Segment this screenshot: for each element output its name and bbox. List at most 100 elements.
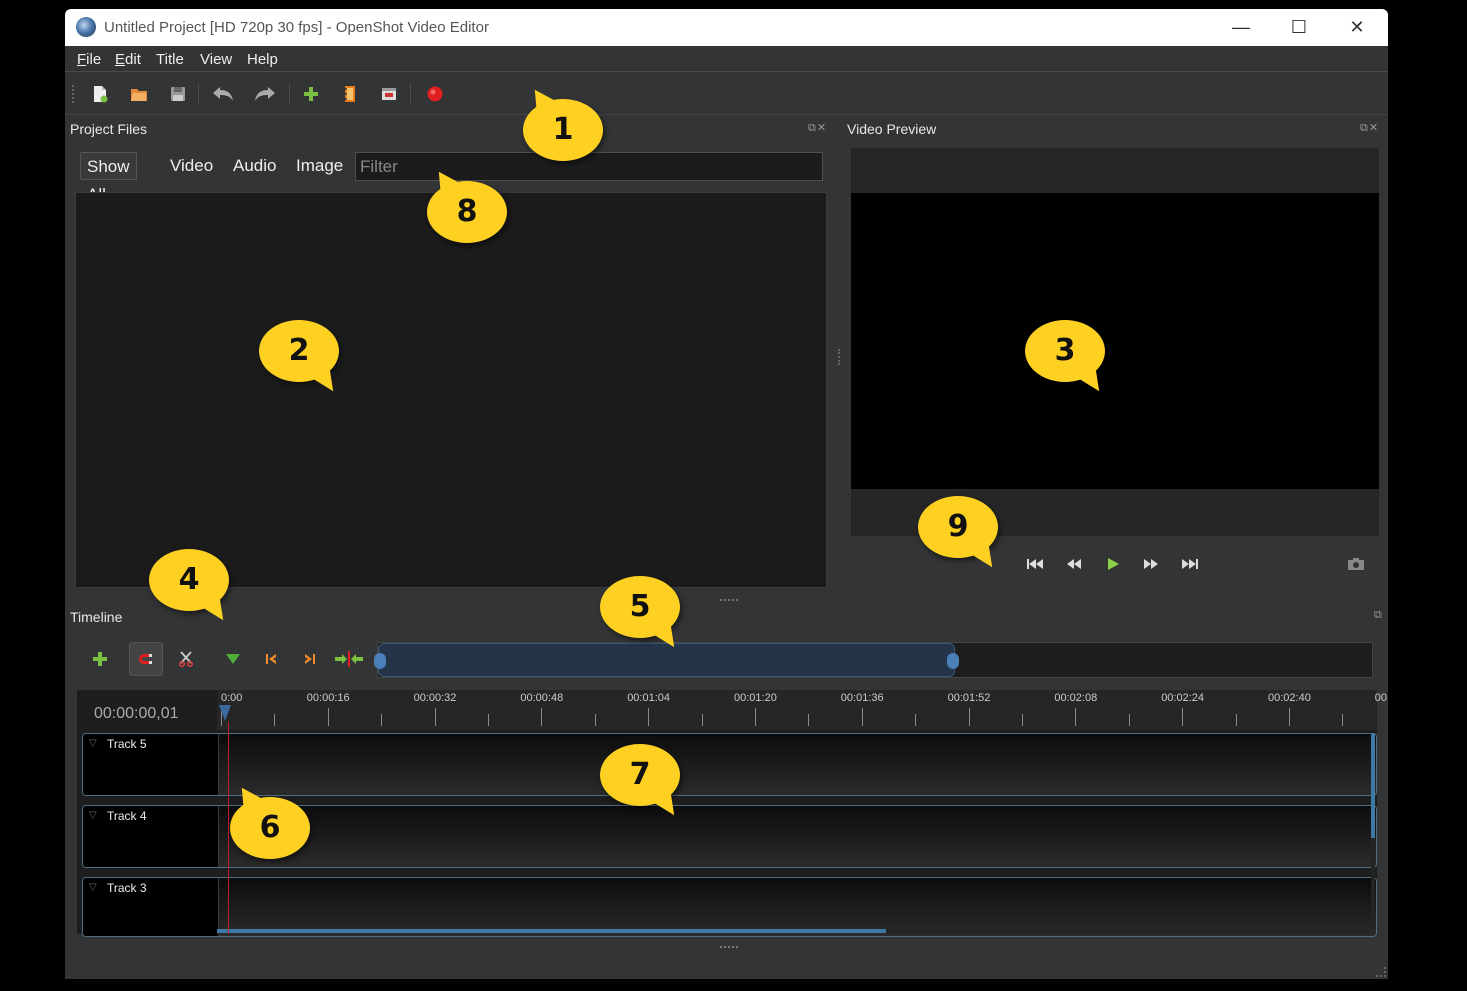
snapshot-button[interactable]	[1347, 557, 1365, 574]
menu-help[interactable]: Help	[247, 51, 278, 68]
tab-image[interactable]: Image	[290, 152, 349, 180]
save-project-button[interactable]	[165, 81, 191, 107]
jump-end-button[interactable]	[1181, 557, 1199, 574]
add-marker-icon	[226, 654, 240, 664]
jump-start-button[interactable]	[1026, 557, 1044, 574]
jump-start-icon	[1027, 559, 1043, 569]
center-playhead-button[interactable]	[332, 642, 366, 676]
next-marker-icon	[305, 654, 315, 664]
timeline-horizontal-scrollbar[interactable]	[217, 929, 1370, 933]
track-header[interactable]: ▽ Track 5	[83, 734, 219, 795]
ruler-tick	[327, 708, 329, 726]
timeline-zoom-slider[interactable]	[374, 642, 1373, 678]
add-marker-button[interactable]	[216, 642, 250, 676]
play-button[interactable]	[1105, 557, 1121, 574]
callout-4: 4	[149, 549, 229, 611]
project-files-title: Project Files	[70, 121, 148, 137]
fast-forward-button[interactable]	[1142, 557, 1160, 574]
toolbar-grip[interactable]	[72, 85, 76, 103]
ruler-label: 00:02:24	[1161, 692, 1205, 704]
tab-audio[interactable]: Audio	[227, 152, 282, 180]
export-video-button[interactable]	[422, 81, 448, 107]
vertical-scroll-thumb[interactable]	[1371, 733, 1375, 838]
previous-marker-button[interactable]	[254, 642, 288, 676]
close-button[interactable]: ✕	[1333, 11, 1381, 43]
ruler-tick	[1342, 714, 1344, 726]
tab-show-all[interactable]: Show All	[80, 152, 137, 204]
ruler-tick	[755, 708, 756, 726]
track-row[interactable]: ▽ Track 3	[82, 877, 1377, 937]
undo-button[interactable]	[210, 81, 236, 107]
track-row[interactable]: ▽ Track 5	[82, 733, 1377, 796]
menu-edit-rest: dit	[125, 51, 141, 68]
toolbar-separator	[410, 83, 411, 105]
save-project-icon	[171, 87, 185, 101]
undo-icon	[213, 87, 233, 101]
openshot-logo-icon	[76, 17, 96, 37]
ruler-tick	[808, 714, 810, 726]
timeline-ruler[interactable]: 0:00 00:00:16 00:00:32 00:00:48 00:01:04 00:0…	[217, 690, 1387, 730]
callout-6: 6	[230, 797, 310, 859]
menu-file-mnemonic: F	[77, 51, 87, 68]
filter-input[interactable]	[355, 152, 823, 181]
project-files-dock-buttons[interactable]: ⧉✕	[808, 121, 827, 135]
previous-marker-icon	[266, 654, 276, 664]
fullscreen-button[interactable]	[376, 81, 402, 107]
ruler-tick	[434, 708, 436, 726]
track-header[interactable]: ▽ Track 4	[83, 806, 219, 867]
ruler-label: 00:00:16	[306, 692, 350, 704]
ruler-tick	[701, 714, 703, 726]
ruler-tick	[594, 714, 596, 726]
timeline-vertical-scrollbar[interactable]	[1371, 733, 1375, 927]
track-collapse-icon[interactable]: ▽	[89, 882, 97, 893]
video-preview-title: Video Preview	[847, 121, 937, 137]
import-files-button[interactable]	[298, 81, 324, 107]
menu-file[interactable]: File	[77, 51, 101, 68]
project-files-list[interactable]	[75, 192, 827, 588]
callout-8: 8	[427, 181, 507, 243]
fast-forward-icon	[1144, 559, 1158, 569]
track-header[interactable]: ▽ Track 3	[83, 878, 219, 936]
playhead-handle[interactable]	[219, 705, 231, 721]
track-collapse-icon[interactable]: ▽	[89, 738, 97, 749]
ruler-label: 00:02:40	[1268, 692, 1311, 704]
choose-profile-button[interactable]	[337, 81, 363, 107]
horizontal-splitter[interactable]	[720, 599, 738, 602]
vertical-splitter[interactable]	[838, 349, 842, 365]
resize-grip[interactable]	[1376, 967, 1386, 977]
ruler-tick	[1235, 714, 1237, 726]
zoom-handle-left[interactable]	[374, 653, 386, 669]
horizontal-scroll-thumb[interactable]	[217, 929, 886, 933]
video-preview-dock-buttons[interactable]: ⧉✕	[1360, 121, 1379, 135]
bottom-splitter[interactable]	[720, 946, 738, 949]
ruler-label: 00:02:08	[1054, 692, 1098, 704]
ruler-tick	[274, 714, 276, 726]
menu-edit[interactable]: Edit	[115, 51, 141, 68]
track-collapse-icon[interactable]: ▽	[89, 810, 97, 821]
menu-file-rest: ile	[86, 51, 102, 68]
play-icon	[1108, 558, 1119, 570]
window-title: Untitled Project [HD 720p 30 fps] - Open…	[104, 19, 489, 36]
maximize-button[interactable]: ☐	[1275, 11, 1323, 43]
tab-video[interactable]: Video	[164, 152, 219, 180]
minimize-button[interactable]: —	[1217, 11, 1265, 43]
ruler-tick	[1182, 708, 1184, 726]
new-project-button[interactable]	[87, 81, 113, 107]
menu-title[interactable]: Title	[156, 51, 184, 68]
razor-button[interactable]	[169, 642, 203, 676]
next-marker-button[interactable]	[293, 642, 327, 676]
zoom-handle-right[interactable]	[946, 653, 959, 669]
add-track-button[interactable]	[83, 642, 117, 676]
video-preview-screen[interactable]	[851, 193, 1379, 489]
video-preview-area	[851, 148, 1379, 536]
razor-icon	[178, 651, 194, 667]
timeline-dock-buttons[interactable]: ⧉	[1374, 609, 1383, 622]
menu-view[interactable]: View	[200, 51, 232, 68]
open-project-button[interactable]	[126, 81, 152, 107]
snapping-toggle[interactable]	[129, 642, 163, 676]
redo-button[interactable]	[252, 81, 278, 107]
rewind-button[interactable]	[1065, 557, 1083, 574]
timeline-title: Timeline	[70, 609, 123, 625]
ruler-tick	[1128, 714, 1130, 726]
ruler-tick	[1022, 714, 1023, 726]
